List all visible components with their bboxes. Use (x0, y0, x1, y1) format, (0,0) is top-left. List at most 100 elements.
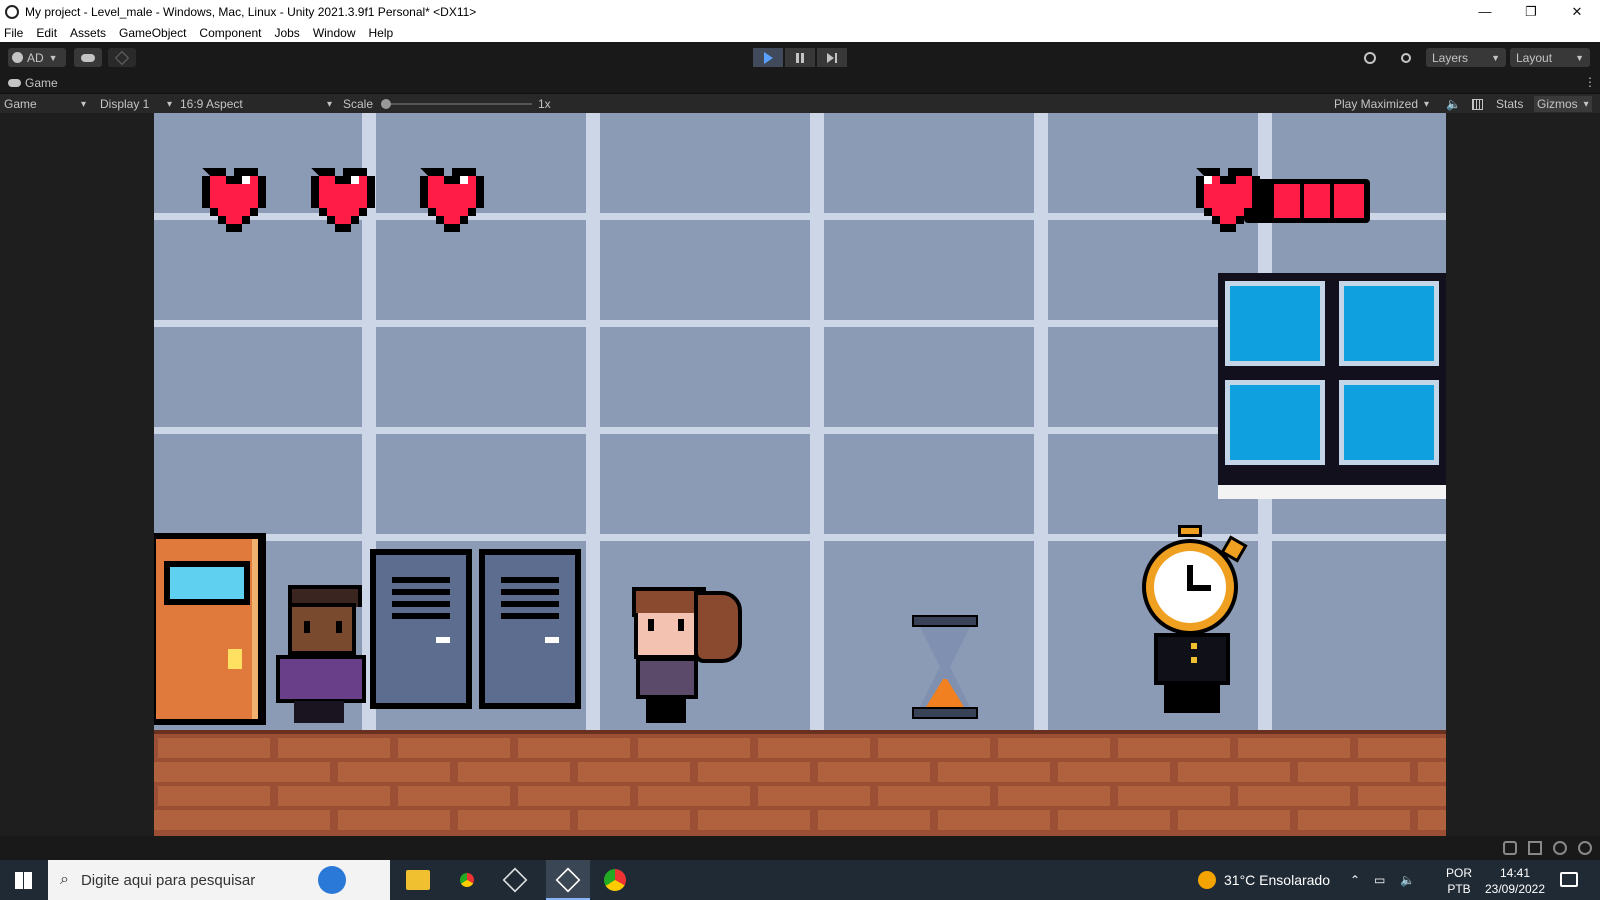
gizmos-dropdown[interactable]: Gizmos (1534, 96, 1592, 112)
floor-brick (398, 786, 510, 806)
mute-audio-icon[interactable]: 🔈 (1446, 96, 1461, 112)
unity-hub-icon[interactable] (502, 867, 528, 893)
taskbar-clock[interactable]: 14:41 23/09/2022 (1482, 865, 1548, 897)
girl-ponytail (694, 591, 742, 663)
undo-history-button[interactable] (1356, 48, 1384, 67)
locker-handle (545, 637, 559, 643)
search-icon: ⌕ (60, 871, 69, 888)
collab-status-icon[interactable] (1553, 841, 1567, 855)
play-button[interactable] (753, 48, 783, 67)
display-label: Display 1 (100, 97, 150, 111)
tab-game[interactable]: Game (8, 76, 58, 90)
weather-text: 31°C Ensolarado (1224, 872, 1330, 888)
menu-window[interactable]: Window (313, 26, 356, 40)
debug-icon[interactable] (1503, 841, 1517, 855)
cloud-button[interactable] (74, 48, 102, 67)
clock-crown (1178, 525, 1202, 537)
floor-brick (1358, 738, 1446, 758)
clock-date: 23/09/2022 (1484, 882, 1546, 896)
layout-dropdown[interactable]: Layout ▼ (1510, 48, 1590, 67)
history-icon (1364, 51, 1376, 64)
network-icon[interactable]: ▭ (1374, 860, 1385, 900)
wall-grid-line (1034, 113, 1048, 733)
clock-time: 14:41 (1499, 866, 1531, 880)
account-label: AD (27, 50, 44, 65)
maximize-button[interactable]: ❐ (1508, 0, 1554, 23)
stats-button[interactable]: Stats (1496, 96, 1523, 112)
menu-component[interactable]: Component (199, 26, 261, 40)
hourglass-base (912, 707, 978, 719)
close-button[interactable]: ✕ (1554, 0, 1600, 23)
windows-start-icon[interactable] (15, 872, 32, 889)
window-sill (1218, 485, 1446, 499)
menu-file[interactable]: File (4, 26, 23, 40)
play-icon (763, 51, 773, 64)
floor-brick (458, 762, 570, 782)
door-frame (252, 539, 258, 719)
window-pane (1225, 380, 1325, 465)
language-indicator[interactable]: POR PTB (1446, 865, 1472, 897)
layers-label: Layers (1432, 50, 1469, 65)
play-mode-dropdown[interactable]: Play Maximized (1334, 96, 1429, 112)
step-button[interactable] (817, 48, 847, 67)
boy-shirt (276, 655, 366, 703)
layers-dropdown[interactable]: Layers ▼ (1426, 48, 1506, 67)
volume-icon[interactable]: 🔈 (1400, 860, 1415, 900)
heart-life-1 (202, 168, 266, 232)
menu-help[interactable]: Help (369, 26, 394, 40)
student-boy-character (276, 585, 366, 725)
notification-center-icon[interactable] (1560, 872, 1578, 887)
gizmos-label: Gizmos (1537, 97, 1578, 111)
girl-legs (646, 697, 686, 723)
layout-label: Layout (1516, 50, 1553, 65)
floor-brick (338, 810, 450, 830)
kebab-menu-icon[interactable]: ⋮ (1584, 75, 1596, 89)
girl-uniform (636, 657, 698, 699)
menu-jobs[interactable]: Jobs (274, 26, 299, 40)
keyboard-layout: PTB (1447, 882, 1471, 896)
unity-logo-icon (5, 4, 19, 19)
chrome-profile-icon[interactable] (604, 869, 626, 891)
view-mode-dropdown[interactable]: Game (4, 96, 86, 112)
window-pane (1339, 380, 1439, 465)
window-title: My project - Level_male - Windows, Mac, … (25, 4, 477, 19)
tray-chevron-up-icon[interactable]: ⌃ (1350, 860, 1360, 900)
step-icon (827, 52, 834, 63)
boy-legs (294, 701, 344, 723)
floor-brick (758, 738, 870, 758)
taskbar-search-box[interactable]: ⌕ Digite aqui para pesquisar (48, 860, 390, 900)
floor-brick (518, 786, 630, 806)
unity-editor-taskbar-button[interactable] (546, 860, 590, 900)
account-dropdown[interactable]: AD ▼ (8, 48, 66, 67)
progress-status-icon[interactable] (1578, 841, 1592, 855)
floor-brick (638, 786, 750, 806)
minimize-button[interactable]: — (1462, 0, 1508, 23)
chevron-down-icon: ▼ (48, 52, 58, 63)
scale-value: 1x (538, 97, 551, 111)
menu-gameobject[interactable]: GameObject (119, 26, 186, 40)
floor-brick (818, 762, 930, 782)
floor-brick (218, 810, 330, 830)
scale-slider-track[interactable] (385, 103, 532, 105)
game-viewport[interactable] (0, 113, 1600, 836)
game-tab-row: Game ⋮ (0, 74, 1600, 93)
search-button[interactable] (1392, 48, 1420, 67)
menu-edit[interactable]: Edit (36, 26, 57, 40)
wall-grid-line (586, 113, 600, 733)
menu-assets[interactable]: Assets (70, 26, 106, 40)
aspect-dropdown[interactable]: 16:9 Aspect (180, 96, 332, 112)
display-dropdown[interactable]: Display 1 (100, 96, 172, 112)
search-icon (1401, 52, 1411, 63)
weather-widget[interactable]: 31°C Ensolarado (1198, 860, 1330, 900)
grid-toggle-icon[interactable] (1472, 96, 1483, 112)
pause-button[interactable] (785, 48, 815, 67)
door-window-frame (164, 561, 250, 605)
collab-icon (114, 50, 130, 65)
cache-server-icon[interactable] (1528, 841, 1542, 855)
collab-button[interactable] (108, 48, 136, 67)
chrome-icon[interactable] (456, 869, 478, 891)
play-mode-label: Play Maximized (1334, 97, 1419, 111)
file-explorer-icon[interactable] (406, 870, 430, 890)
locker-right (479, 549, 581, 709)
scale-slider-handle[interactable] (381, 99, 391, 109)
